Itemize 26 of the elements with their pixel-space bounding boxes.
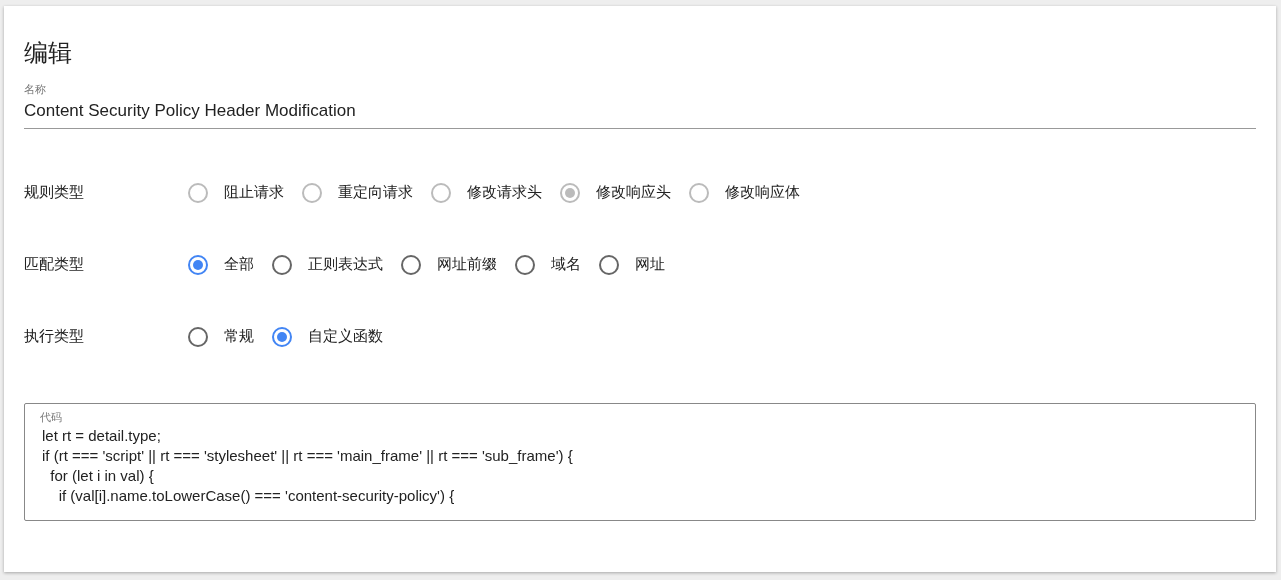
code-field[interactable]: 代码 let rt = detail.type; if (rt === 'script' || rt === 'stylesheet' || rt === 'main_frame' || rt === 'sub_frame') { for (let i in val) { if (val[i].name.toLowerCase() === 'content-security-policy') { (24, 402, 1256, 521)
radio-circle[interactable] (188, 326, 208, 347)
radio-circle[interactable] (272, 326, 292, 347)
group-label: 执行类型 (24, 326, 85, 347)
option-label: 常规 (224, 326, 254, 347)
radio-circle[interactable] (599, 254, 619, 275)
group-label: 匹配类型 (24, 254, 85, 275)
option-label: 全部 (224, 254, 254, 275)
option-label: 网址 (635, 254, 665, 275)
option-label: 正则表达式 (308, 254, 383, 275)
option-label: 阻止请求 (224, 182, 284, 203)
radio-circle[interactable] (188, 254, 208, 275)
field-label: 代码 (40, 409, 63, 424)
radio-circle[interactable] (401, 254, 421, 275)
option-label: 网址前缀 (437, 254, 497, 275)
group-label: 规则类型 (24, 182, 85, 203)
option-label: 自定义函数 (308, 326, 383, 347)
option-label: 修改响应体 (725, 182, 800, 203)
page-title: 编辑 (24, 38, 73, 68)
option-label: 修改响应头 (596, 182, 671, 203)
option-label: 修改请求头 (467, 182, 542, 203)
radio-circle[interactable] (272, 254, 292, 275)
option-label: 重定向请求 (338, 182, 413, 203)
field-label: 名称 (24, 82, 47, 96)
option-label: 域名 (551, 254, 581, 275)
radio-circle[interactable] (515, 254, 535, 275)
